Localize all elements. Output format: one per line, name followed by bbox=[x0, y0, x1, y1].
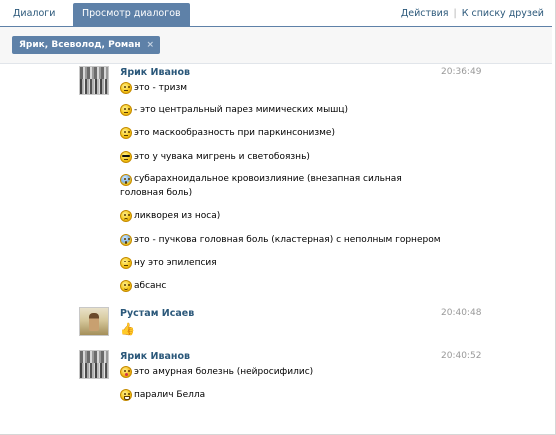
message-text: ликворея из носа) bbox=[134, 211, 221, 221]
message-line: абсанс bbox=[120, 279, 166, 293]
thumbs-up-emoji-icon: 👍 bbox=[120, 322, 135, 336]
neutral-emoji-icon bbox=[120, 127, 132, 139]
message-line: паралич Белла bbox=[120, 388, 205, 402]
close-icon[interactable]: × bbox=[147, 40, 155, 50]
wink-emoji-icon bbox=[120, 257, 132, 269]
author-name[interactable]: Рустам Исаев bbox=[120, 308, 194, 319]
neutral-emoji-icon bbox=[120, 82, 132, 94]
to-friends-link[interactable]: К списку друзей bbox=[462, 8, 544, 19]
message-line: это у чувака мигрень и светобоязнь) bbox=[120, 150, 310, 164]
message-text: это амурная болезнь (нейросифилис) bbox=[134, 367, 314, 377]
scream-emoji-icon bbox=[120, 173, 132, 186]
message-text: субарахноидальное кровоизлияние (внезапн… bbox=[120, 174, 402, 198]
message-text: это - тризм bbox=[134, 83, 188, 93]
message-text: абсанс bbox=[134, 281, 167, 291]
neutral-emoji-icon bbox=[120, 104, 132, 116]
divider: | bbox=[453, 8, 457, 19]
message-text: это маскообразность при паркинсонизме) bbox=[134, 128, 335, 138]
message-line: - это центральный парез мимических мышц) bbox=[120, 103, 348, 117]
participants-chip[interactable]: Ярик, Всеволод, Роман × bbox=[12, 36, 161, 54]
message-text: это у чувака мигрень и светобоязнь) bbox=[134, 152, 310, 162]
tabs-bar: Диалоги Просмотр диалогов Действия | К спи… bbox=[0, 0, 552, 27]
actions-link[interactable]: Действия bbox=[401, 8, 449, 19]
kiss-emoji-icon bbox=[120, 366, 132, 378]
avatar[interactable] bbox=[79, 66, 109, 95]
message-text: это - пучкова головная боль (кластерная)… bbox=[134, 235, 441, 245]
message-text: ну это эпилепсия bbox=[134, 258, 217, 268]
message-line: это маскообразность при паркинсонизме) bbox=[120, 126, 335, 140]
message-line: это амурная болезнь (нейросифилис) bbox=[120, 365, 313, 379]
participants-label: Ярик, Всеволод, Роман bbox=[19, 40, 141, 50]
message-line: это - тризм bbox=[120, 81, 187, 95]
avatar[interactable] bbox=[79, 350, 109, 379]
author-name[interactable]: Ярик Иванов bbox=[120, 67, 190, 78]
tab-dialogs[interactable]: Диалоги bbox=[4, 3, 64, 24]
message-text: - это центральный парез мимических мышц) bbox=[134, 105, 349, 115]
message-time: 20:40:48 bbox=[441, 308, 482, 318]
message-line: ну это эпилепсия bbox=[120, 256, 217, 270]
avatar[interactable] bbox=[79, 307, 109, 336]
message-line: это - пучкова головная боль (кластерная)… bbox=[120, 233, 441, 247]
tab-view-dialogs[interactable]: Просмотр диалогов bbox=[73, 3, 190, 26]
message-line: субарахноидальное кровоизлияние (внезапн… bbox=[120, 173, 420, 201]
sunglasses-emoji-icon bbox=[120, 151, 132, 163]
grin-emoji-icon bbox=[120, 389, 132, 401]
message-time: 20:40:52 bbox=[441, 351, 482, 361]
author-name[interactable]: Ярик Иванов bbox=[120, 351, 190, 362]
message-text: паралич Белла bbox=[134, 390, 206, 400]
message-line: ликворея из носа) bbox=[120, 209, 220, 223]
scream-emoji-icon bbox=[120, 234, 132, 246]
sad-emoji-icon bbox=[120, 210, 132, 222]
smile-emoji-icon bbox=[120, 280, 132, 292]
header-actions: Действия | К списку друзей bbox=[401, 3, 544, 24]
message-time: 20:36:49 bbox=[441, 67, 482, 77]
participants-bar: Ярик, Всеволод, Роман × bbox=[0, 27, 552, 64]
